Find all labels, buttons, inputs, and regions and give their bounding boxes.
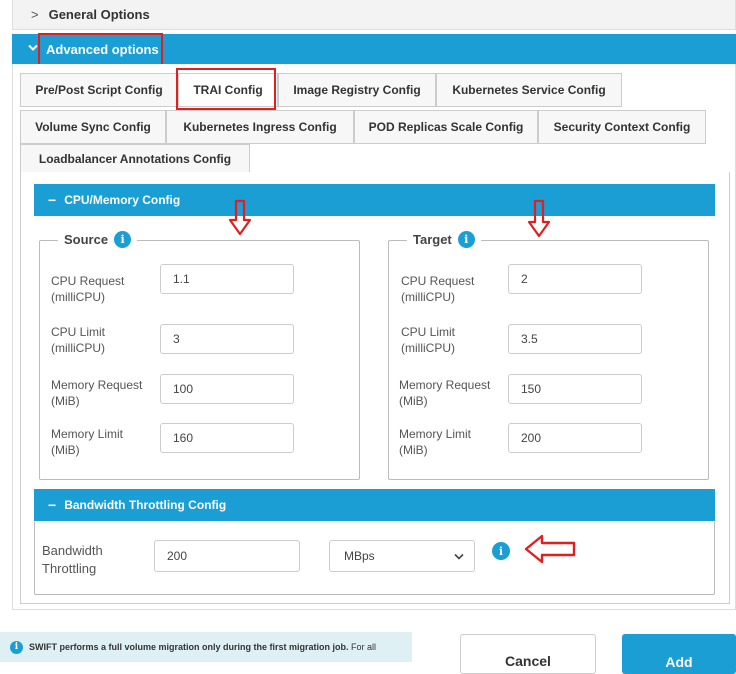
cpu-memory-config-header[interactable]: − CPU/Memory Config bbox=[34, 184, 715, 216]
source-legend: Source i bbox=[58, 231, 138, 248]
tab-image-registry-config[interactable]: Image Registry Config bbox=[278, 73, 436, 107]
notice-text: For all bbox=[351, 642, 377, 652]
bandwidth-throttling-config-title: Bandwidth Throttling Config bbox=[64, 498, 227, 512]
info-icon: i bbox=[10, 640, 23, 654]
bandwidth-throttling-config-header[interactable]: − Bandwidth Throttling Config bbox=[34, 489, 715, 521]
chevron-down-icon bbox=[28, 43, 38, 55]
tab-volume-sync-config[interactable]: Volume Sync Config bbox=[20, 110, 166, 144]
source-memory-request-input[interactable]: 100 bbox=[160, 374, 294, 404]
source-legend-label: Source bbox=[64, 232, 109, 247]
target-legend: Target i bbox=[407, 231, 481, 248]
migration-notice: i SWIFT performs a full volume migration… bbox=[0, 632, 412, 662]
info-icon[interactable]: i bbox=[114, 231, 132, 248]
info-icon[interactable]: i bbox=[457, 231, 475, 248]
tab-kubernetes-ingress-config[interactable]: Kubernetes Ingress Config bbox=[166, 110, 354, 144]
target-cpu-request-label: CPU Request (milliCPU) bbox=[401, 274, 475, 304]
target-memory-limit-label: Memory Limit (MiB) bbox=[399, 427, 472, 457]
left-arrow-annotation bbox=[524, 534, 576, 564]
info-icon[interactable]: i bbox=[492, 542, 510, 560]
chevron-right-icon: > bbox=[31, 7, 39, 22]
tab-pre-post-script-config[interactable]: Pre/Post Script Config bbox=[20, 73, 178, 107]
minus-icon: − bbox=[48, 192, 57, 208]
tab-kubernetes-service-config[interactable]: Kubernetes Service Config bbox=[436, 73, 622, 107]
tab-pod-replicas-scale-config[interactable]: POD Replicas Scale Config bbox=[354, 110, 538, 144]
down-arrow-annotation bbox=[228, 199, 252, 236]
source-cpu-limit-label: CPU Limit (milliCPU) bbox=[51, 325, 106, 355]
notice-bold-text: SWIFT performs a full volume migration o… bbox=[29, 642, 349, 652]
target-legend-label: Target bbox=[413, 232, 452, 247]
target-cpu-limit-label: CPU Limit (milliCPU) bbox=[401, 325, 456, 355]
target-cpu-limit-input[interactable]: 3.5 bbox=[508, 324, 642, 354]
general-options-label: General Options bbox=[48, 7, 150, 22]
source-memory-request-label: Memory Request (MiB) bbox=[51, 378, 143, 408]
advanced-options-highlight bbox=[38, 33, 163, 66]
bandwidth-throttling-input[interactable]: 200 bbox=[154, 540, 300, 572]
cpu-memory-config-title: CPU/Memory Config bbox=[64, 193, 181, 207]
bandwidth-unit-value: MBps bbox=[344, 549, 375, 563]
down-arrow-annotation bbox=[527, 199, 551, 238]
cancel-button[interactable]: Cancel bbox=[460, 634, 596, 674]
bandwidth-unit-select[interactable]: MBps bbox=[329, 540, 475, 572]
tab-loadbalancer-annotations-config[interactable]: Loadbalancer Annotations Config bbox=[20, 144, 250, 174]
source-cpu-request-label: CPU Request (milliCPU) bbox=[51, 274, 125, 304]
source-memory-limit-input[interactable]: 160 bbox=[160, 423, 294, 453]
source-cpu-request-input[interactable]: 1.1 bbox=[160, 264, 294, 294]
target-memory-request-label: Memory Request (MiB) bbox=[399, 378, 491, 408]
chevron-down-icon bbox=[454, 549, 464, 563]
target-memory-request-input[interactable]: 150 bbox=[508, 374, 642, 404]
trai-tab-highlight bbox=[176, 68, 276, 110]
minus-icon: − bbox=[48, 497, 57, 513]
target-memory-limit-input[interactable]: 200 bbox=[508, 423, 642, 453]
target-cpu-request-input[interactable]: 2 bbox=[508, 264, 642, 294]
general-options-header[interactable]: > General Options bbox=[12, 0, 736, 30]
source-memory-limit-label: Memory Limit (MiB) bbox=[51, 427, 124, 457]
source-cpu-limit-input[interactable]: 3 bbox=[160, 324, 294, 354]
tab-security-context-config[interactable]: Security Context Config bbox=[538, 110, 706, 144]
add-button[interactable]: Add bbox=[622, 634, 736, 674]
bandwidth-throttling-label: Bandwidth Throttling bbox=[42, 543, 103, 576]
